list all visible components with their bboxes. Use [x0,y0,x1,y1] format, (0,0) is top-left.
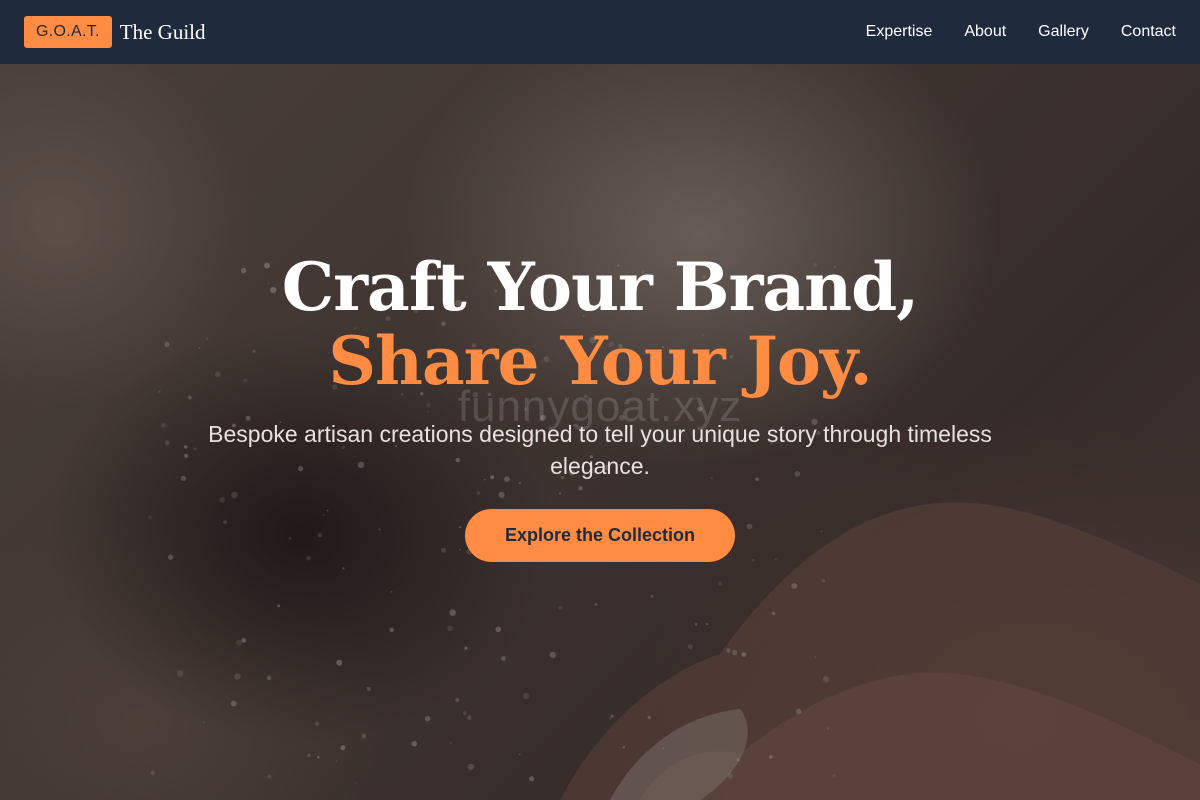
nav-link-contact[interactable]: Contact [1121,23,1176,41]
navbar: G.O.A.T. The Guild Expertise About Galle… [0,0,1200,64]
watermark-text: funnygoat.xyz [457,382,743,431]
brand-name: The Guild [119,19,206,44]
explore-collection-button[interactable]: Explore the Collection [465,509,735,562]
main-nav: Expertise About Gallery Contact [866,23,1176,41]
brand-logo[interactable]: G.O.A.T. The Guild [24,16,205,48]
nav-link-about[interactable]: About [964,23,1006,41]
nav-link-gallery[interactable]: Gallery [1038,23,1089,41]
hero-headline: Craft Your Brand, Share Your Joy. [0,250,1200,398]
hero-section: Craft Your Brand, Share Your Joy. funnyg… [0,64,1200,800]
nav-link-expertise[interactable]: Expertise [866,23,933,41]
logo-badge: G.O.A.T. [24,16,112,48]
page: G.O.A.T. The Guild Expertise About Galle… [0,0,1200,800]
headline-line-1: Craft Your Brand, [281,248,920,326]
hero-content: Craft Your Brand, Share Your Joy. funnyg… [0,64,1200,800]
